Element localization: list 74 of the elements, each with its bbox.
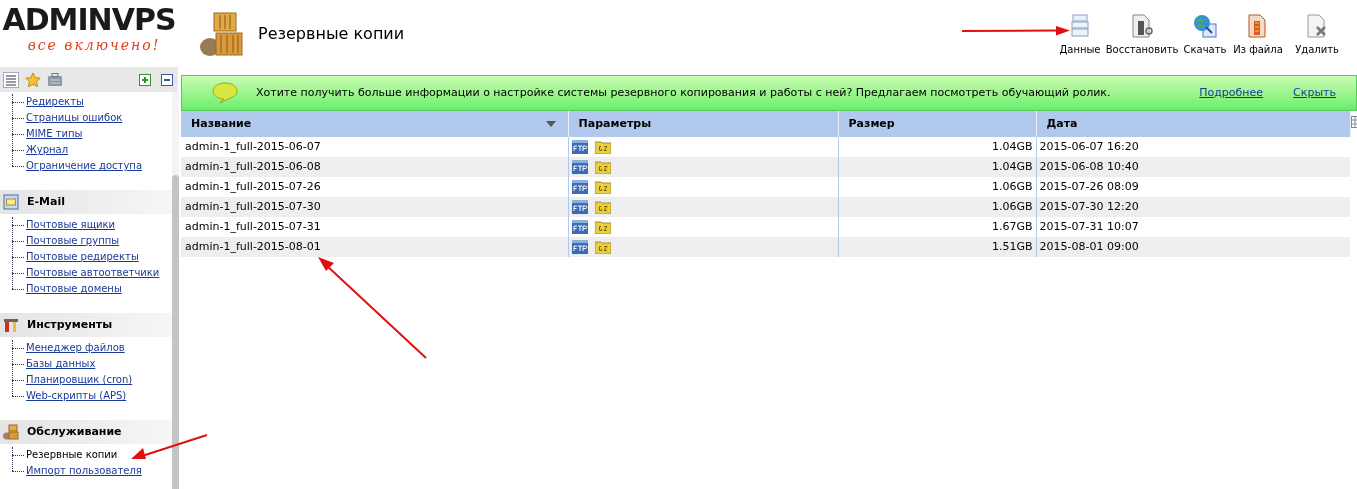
ftp-icon[interactable] bbox=[571, 200, 588, 214]
group-header[interactable]: E-Mail bbox=[0, 190, 172, 214]
logo-wordmark: ADMINVPS bbox=[2, 3, 176, 37]
table-cell: admin-1_full-2015-07-31 bbox=[181, 217, 568, 237]
table-cell: 2015-08-01 09:00 bbox=[1036, 237, 1350, 257]
gz-archive-icon[interactable] bbox=[594, 220, 611, 234]
sidebar-link[interactable]: Почтовые группы bbox=[26, 233, 120, 249]
table-cell: admin-1_full-2015-08-01 bbox=[181, 237, 568, 257]
table-cell: 2015-06-08 10:40 bbox=[1036, 157, 1350, 177]
table-cell: 2015-07-26 08:09 bbox=[1036, 177, 1350, 197]
table-cell: 1.06GB bbox=[838, 177, 1036, 197]
table-cell: 2015-06-07 16:20 bbox=[1036, 137, 1350, 157]
globe-download-icon bbox=[1192, 13, 1218, 39]
page-title: Резервные копии bbox=[258, 22, 405, 45]
group-header[interactable]: Инструменты bbox=[0, 313, 172, 337]
ftp-icon[interactable] bbox=[571, 240, 588, 254]
sort-descending-icon[interactable] bbox=[545, 121, 556, 127]
ftp-icon[interactable] bbox=[571, 140, 588, 154]
star-icon[interactable] bbox=[25, 71, 41, 88]
table-cell: admin-1_full-2015-07-30 bbox=[181, 197, 568, 217]
zip-file-magnifier-icon bbox=[1129, 13, 1155, 39]
table-cell: admin-1_full-2015-06-07 bbox=[181, 137, 568, 157]
table-cell: 1.51GB bbox=[838, 237, 1036, 257]
speech-bubble-icon bbox=[212, 82, 238, 104]
group-header[interactable]: Обслуживание bbox=[0, 420, 172, 444]
table-cell: 2015-07-31 10:07 bbox=[1036, 217, 1350, 237]
sidebar-link[interactable]: Страницы ошибок bbox=[26, 110, 123, 126]
sidebar-link[interactable]: Почтовые редиректы bbox=[26, 249, 139, 265]
gz-archive-icon[interactable] bbox=[594, 140, 611, 154]
crates-icon bbox=[3, 424, 19, 440]
toolbar-button[interactable]: Данные bbox=[1059, 13, 1101, 56]
table-cell: 1.04GB bbox=[838, 157, 1036, 177]
scrollbar-thumb[interactable] bbox=[172, 175, 179, 489]
sidebar-link[interactable]: Почтовые автоответчики bbox=[26, 265, 160, 281]
banner-link[interactable]: Подробнее bbox=[1199, 84, 1264, 102]
banner-link[interactable]: Скрыть bbox=[1293, 84, 1336, 102]
ftp-icon[interactable] bbox=[571, 160, 588, 174]
table-cell: 1.06GB bbox=[838, 197, 1036, 217]
table-cell: 1.04GB bbox=[838, 137, 1036, 157]
toolbar-button[interactable]: Из файла bbox=[1233, 13, 1283, 56]
sidebar-link[interactable]: Менеджер файлов bbox=[26, 340, 125, 356]
gz-archive-icon[interactable] bbox=[594, 240, 611, 254]
envelope-icon bbox=[3, 194, 19, 210]
table-cell: 2015-07-30 12:20 bbox=[1036, 197, 1350, 217]
table-cell: admin-1_full-2015-06-08 bbox=[181, 157, 568, 177]
sidebar-link[interactable]: Планировщик (cron) bbox=[26, 372, 133, 388]
logo-tagline: все включено! bbox=[27, 37, 161, 53]
sidebar-link[interactable]: Редиректы bbox=[26, 94, 84, 110]
sidebar-link[interactable]: Импорт пользователя bbox=[26, 463, 142, 479]
toolbar-button[interactable]: Восстановить bbox=[1107, 13, 1177, 56]
ftp-icon[interactable] bbox=[571, 180, 588, 194]
sidebar-link[interactable]: MIME типы bbox=[26, 126, 83, 142]
sidebar-link[interactable]: Web-скрипты (APS) bbox=[26, 388, 127, 404]
ftp-icon[interactable] bbox=[571, 220, 588, 234]
collapse-all-icon[interactable] bbox=[161, 73, 173, 86]
table-cell: 1.67GB bbox=[838, 217, 1036, 237]
table-cell: admin-1_full-2015-07-26 bbox=[181, 177, 568, 197]
sidebar-link[interactable]: Базы данных bbox=[26, 356, 96, 372]
sidebar-link[interactable]: Почтовые домены bbox=[26, 281, 122, 297]
gz-archive-icon[interactable] bbox=[594, 180, 611, 194]
banner-message: Хотите получить больше информации о настройке системы резервного копирования и работы с ней? Предлагаем посмотреть обучающий ролик. bbox=[256, 84, 1112, 101]
crates-icon bbox=[198, 10, 246, 57]
sidebar-link[interactable]: Журнал bbox=[26, 142, 69, 158]
gz-archive-icon[interactable] bbox=[594, 200, 611, 214]
toolbar-button[interactable]: Скачать bbox=[1183, 13, 1227, 56]
list-view-icon[interactable] bbox=[3, 71, 19, 88]
expand-all-icon[interactable] bbox=[139, 73, 151, 86]
sidebar-link[interactable]: Резервные копии bbox=[26, 447, 118, 463]
tools-icon bbox=[3, 317, 19, 333]
sidebar-link[interactable]: Ограничение доступа bbox=[26, 158, 142, 174]
gz-archive-icon[interactable] bbox=[594, 160, 611, 174]
sidebar-link[interactable]: Почтовые ящики bbox=[26, 217, 116, 233]
toolbar-button[interactable]: Удалить bbox=[1289, 13, 1345, 56]
briefcase-icon[interactable] bbox=[47, 72, 63, 87]
